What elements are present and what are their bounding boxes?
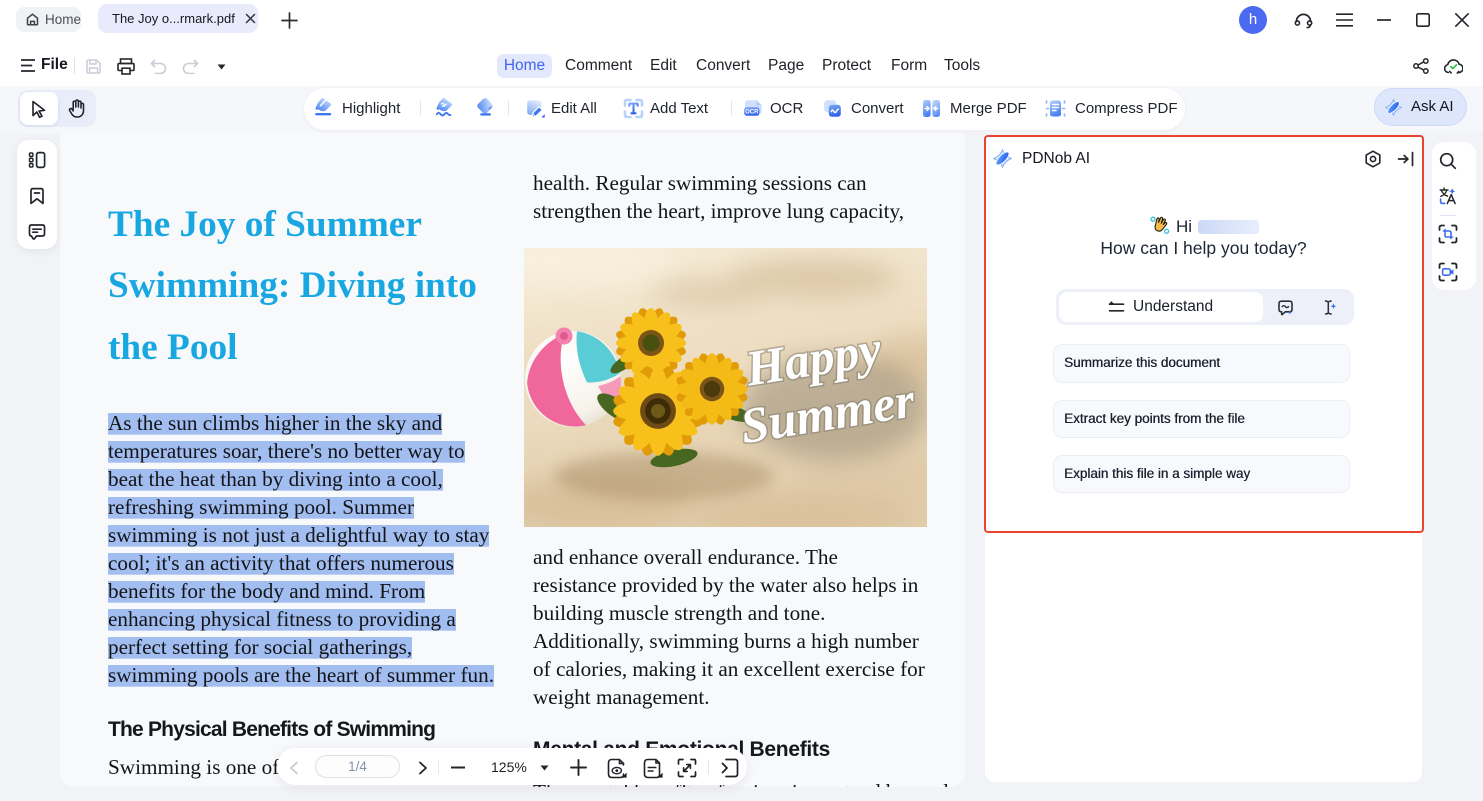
svg-text:OCR: OCR: [745, 110, 759, 116]
